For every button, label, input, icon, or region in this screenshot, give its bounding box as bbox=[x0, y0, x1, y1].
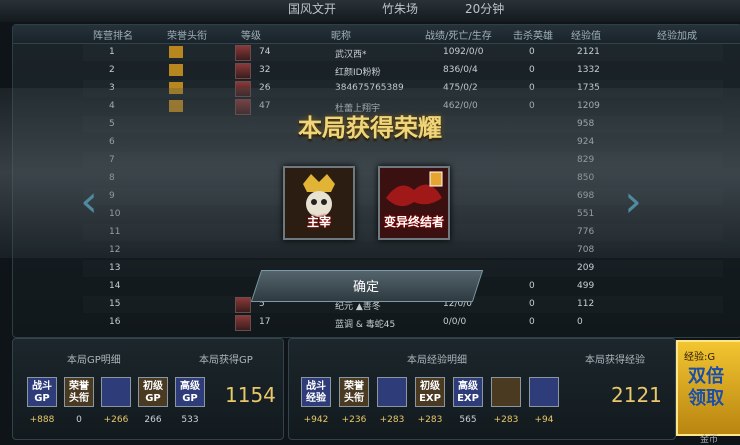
cell-exp: 1332 bbox=[577, 65, 600, 75]
bonus-value: 533 bbox=[181, 415, 199, 425]
cell-rank: 15 bbox=[109, 299, 121, 309]
promo-big-text: 双倍 领取 bbox=[688, 366, 724, 409]
cell-level: 17 bbox=[259, 317, 271, 327]
badge-label: 变异终结者 bbox=[383, 215, 444, 229]
cell-record: 0/0/0 bbox=[443, 317, 467, 327]
avatar bbox=[235, 45, 251, 61]
bonus-icon bbox=[529, 377, 559, 407]
cell-rank: 16 bbox=[109, 317, 121, 327]
gp-total-title: 本局获得GP bbox=[199, 355, 253, 366]
badge-label: 主宰 bbox=[306, 215, 331, 229]
cell-rank: 1 bbox=[109, 47, 115, 57]
cell-level: 32 bbox=[259, 65, 271, 75]
cell-exp: 0 bbox=[577, 317, 583, 327]
bonus-value: +283 bbox=[493, 415, 519, 425]
bonus-value: +283 bbox=[417, 415, 443, 425]
top-tab[interactable]: 国风文开 bbox=[288, 0, 336, 16]
col-exp-bonus: 经验加成 bbox=[657, 31, 697, 42]
next-arrow-icon[interactable]: › bbox=[620, 178, 646, 230]
bonus-value: +266 bbox=[103, 415, 129, 425]
bonus-icon bbox=[101, 377, 131, 407]
col-exp: 经验值 bbox=[571, 31, 601, 42]
prev-arrow-icon[interactable]: ‹ bbox=[76, 178, 102, 230]
promo-small-text: 经验:G bbox=[684, 352, 716, 363]
gp-panel: 本局GP明细 本局获得GP 战斗 GP +888 荣誉 头衔 0 +266 初级 GP 26… bbox=[12, 338, 284, 440]
bonus-value: +236 bbox=[341, 415, 367, 425]
honor-title: 本局获得荣耀 bbox=[298, 114, 442, 142]
exp-total: 2121 bbox=[611, 383, 662, 407]
bonus-icon: 荣誉 头衔 bbox=[64, 377, 94, 407]
cell-rank: 14 bbox=[109, 281, 121, 291]
gp-total: 1154 bbox=[225, 383, 276, 407]
table-row: 1 74 武汉西* 1092/0/0 0 2121 bbox=[83, 44, 723, 61]
cell-exp: 209 bbox=[577, 263, 595, 273]
top-bar: 国风文开 竹朱场 20分钟 bbox=[0, 0, 740, 22]
col-rank: 阵营排名 bbox=[93, 31, 133, 42]
bonus-value: +283 bbox=[379, 415, 405, 425]
bonus-icon: 荣誉 头衔 bbox=[339, 377, 369, 407]
col-name: 昵称 bbox=[331, 31, 351, 42]
bonus-icon: 初级 EXP bbox=[415, 377, 445, 407]
cell-exp: 499 bbox=[577, 281, 595, 291]
bonus-value: +888 bbox=[29, 415, 55, 425]
bonus-icon: 初级 GP bbox=[138, 377, 168, 407]
coin-label: 金币 bbox=[700, 435, 719, 445]
cell-level: 74 bbox=[259, 47, 271, 57]
cell-kills: 0 bbox=[529, 65, 535, 75]
honor-badge-dominator[interactable]: 主宰 bbox=[283, 166, 355, 240]
double-exp-promo[interactable]: 经验:G 双倍 领取 bbox=[676, 340, 740, 436]
bonus-icon: 战斗 GP bbox=[27, 377, 57, 407]
exp-panel: 本局经验明细 本局获得经验 战斗 经验 +942 荣誉 头衔 +236 +283 初级 E… bbox=[288, 338, 676, 440]
scoreboard-header: 阵营排名 荣誉头衔 等级 昵称 战绩/死亡/生存 击杀英雄 经验值 经验加成 bbox=[13, 25, 740, 44]
bonus-icon: 战斗 经验 bbox=[301, 377, 331, 407]
honor-badge-mutant-terminator[interactable]: 变异终结者 bbox=[378, 166, 450, 240]
confirm-label: 确定 bbox=[352, 280, 379, 295]
table-row: 2 32 红颜ID粉粉 836/0/4 0 1332 bbox=[83, 62, 723, 79]
table-row: 16 17 蓝调 & 毒蛇45 0/0/0 0 0 bbox=[83, 314, 723, 331]
cell-kills: 0 bbox=[529, 281, 535, 291]
cell-rank: 2 bbox=[109, 65, 115, 75]
exp-detail-title: 本局经验明细 bbox=[407, 355, 467, 366]
bonus-icon: 高级 GP bbox=[175, 377, 205, 407]
top-tab[interactable]: 竹朱场 bbox=[382, 0, 418, 16]
cell-exp: 112 bbox=[577, 299, 595, 309]
gp-detail-title: 本局GP明细 bbox=[67, 355, 121, 366]
cell-kills: 0 bbox=[529, 299, 535, 309]
exp-total-title: 本局获得经验 bbox=[585, 355, 645, 366]
cell-name: 蓝调 & 毒蛇45 bbox=[335, 320, 396, 330]
avatar bbox=[235, 297, 251, 313]
rank-badge-icon bbox=[169, 46, 183, 58]
col-record: 战绩/死亡/生存 bbox=[425, 31, 492, 42]
cell-name: 红颜ID粉粉 bbox=[335, 68, 381, 78]
cell-record: 836/0/4 bbox=[443, 65, 478, 75]
rank-badge-icon bbox=[169, 64, 183, 76]
col-kills: 击杀英雄 bbox=[513, 31, 553, 42]
cell-name: 武汉西* bbox=[335, 50, 367, 60]
cell-exp: 2121 bbox=[577, 47, 600, 57]
cell-kills: 0 bbox=[529, 317, 535, 327]
cell-rank: 13 bbox=[109, 263, 121, 273]
bonus-icon bbox=[491, 377, 521, 407]
bonus-value: +94 bbox=[534, 415, 554, 425]
bonus-icon: 高级 EXP bbox=[453, 377, 483, 407]
bonus-value: +942 bbox=[303, 415, 329, 425]
col-title: 荣誉头衔 bbox=[167, 31, 207, 42]
cell-record: 1092/0/0 bbox=[443, 47, 484, 57]
bonus-value: 266 bbox=[144, 415, 162, 425]
col-level: 等级 bbox=[241, 31, 261, 42]
avatar bbox=[235, 63, 251, 79]
bonus-value: 0 bbox=[76, 415, 82, 425]
top-tab[interactable]: 20分钟 bbox=[465, 0, 504, 16]
cell-kills: 0 bbox=[529, 47, 535, 57]
avatar bbox=[235, 315, 251, 331]
bonus-icon bbox=[377, 377, 407, 407]
bonus-value: 565 bbox=[459, 415, 477, 425]
